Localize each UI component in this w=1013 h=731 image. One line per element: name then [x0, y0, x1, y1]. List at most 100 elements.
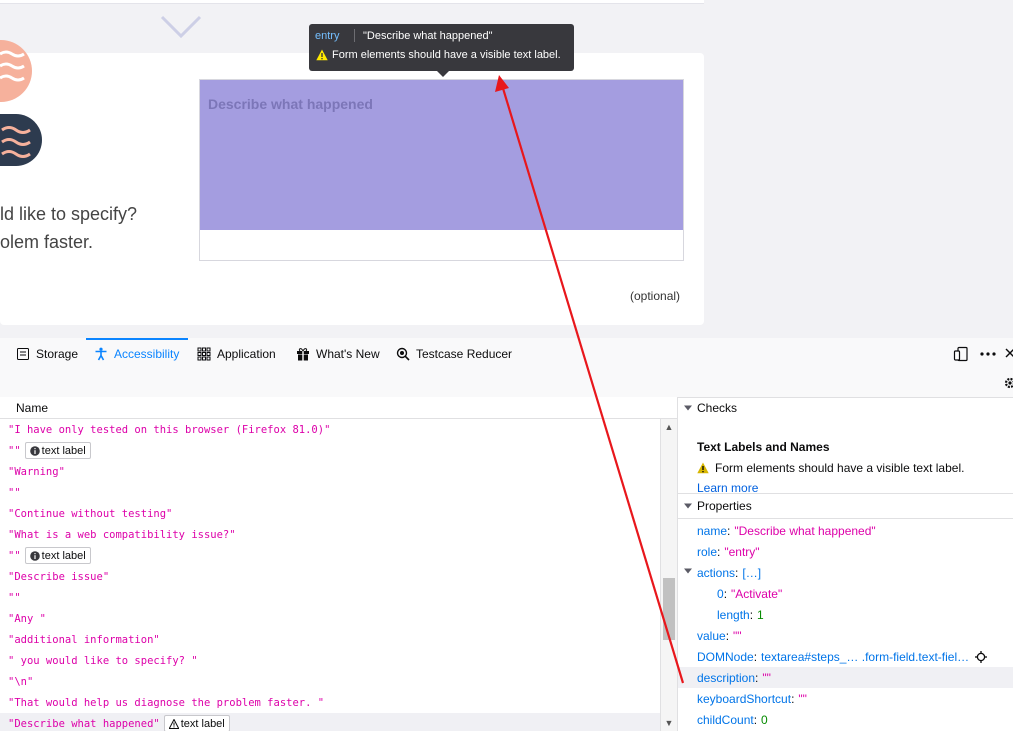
tab-accessibility-label: Accessibility — [114, 346, 180, 361]
tree-row-name: "Continue without testing" — [8, 507, 173, 520]
prop-key: keyboardShortcut — [697, 691, 792, 706]
scroll-up-icon[interactable]: ▲ — [664, 422, 674, 432]
wave-lines-icon — [0, 50, 25, 82]
chevron-down-icon[interactable] — [160, 14, 202, 40]
properties-section-header[interactable]: Properties — [678, 495, 1013, 517]
tree-row[interactable]: "I have only tested on this browser (Fir… — [0, 419, 660, 440]
tree-row[interactable]: "" — [0, 587, 660, 608]
tree-row[interactable]: "\n" — [0, 671, 660, 692]
text-label-badge[interactable]: text label — [163, 715, 230, 731]
accessibility-icon — [95, 347, 107, 360]
tree-scrollbar[interactable]: ▲ ▼ — [660, 419, 677, 731]
warning-icon — [697, 462, 709, 474]
tab-storage[interactable]: Storage — [16, 338, 78, 369]
tree-row[interactable]: "Any " — [0, 608, 660, 629]
prop-value: 1 — [757, 607, 764, 622]
close-icon[interactable] — [1005, 347, 1013, 359]
textarea-placeholder: Describe what happened — [208, 96, 373, 112]
prop-keyboard-shortcut[interactable]: keyboardShortcut: "" — [697, 688, 807, 709]
prop-child-count[interactable]: childCount:0 — [697, 709, 768, 730]
target-node-icon[interactable] — [975, 650, 988, 663]
tree-row-name: "" — [8, 486, 21, 499]
prop-key: childCount — [697, 712, 754, 727]
scrollbar-thumb[interactable] — [663, 578, 675, 640]
prop-name[interactable]: name: "Describe what happened" — [697, 520, 876, 541]
tree-row-name: "I have only tested on this browser (Fir… — [8, 423, 331, 436]
prop-key: name — [697, 523, 728, 538]
page-top-strip — [0, 0, 704, 4]
more-options-icon[interactable] — [979, 346, 997, 362]
checks-section-header[interactable]: Checks — [678, 397, 1013, 419]
text-label-badge[interactable]: text label — [24, 547, 91, 564]
prop-description[interactable]: description: "" — [678, 667, 1013, 688]
tree-row[interactable]: "Continue without testing" — [0, 503, 660, 524]
warning-icon — [316, 49, 328, 61]
properties-header-label: Properties — [697, 499, 752, 513]
tree-row[interactable]: "Describe issue" — [0, 566, 660, 587]
section-divider — [678, 518, 1013, 519]
info-icon — [29, 550, 40, 561]
tree-row-name: "Describe what happened" — [8, 717, 160, 730]
tree-row-name: "" — [8, 444, 21, 457]
tooltip-arrow — [437, 71, 449, 77]
prop-key: 0 — [717, 586, 724, 601]
storage-icon — [17, 347, 29, 360]
prop-value: "Describe what happened" — [734, 523, 876, 538]
gift-icon — [297, 347, 309, 360]
prop-key: actions — [697, 565, 736, 580]
text-label-badge[interactable]: text label — [24, 442, 91, 459]
tree-row-name: "additional information" — [8, 633, 160, 646]
tab-application-label: Application — [217, 346, 276, 361]
tree-row[interactable]: " you would like to specify? " — [0, 650, 660, 671]
prop-value: "" — [762, 670, 771, 685]
tree-row[interactable]: "" — [0, 482, 660, 503]
illustration-bottom — [0, 114, 42, 166]
prop-length[interactable]: length:1 — [717, 604, 764, 625]
tree-row-selected[interactable]: "Describe what happened" text label — [0, 713, 660, 731]
tree-row-name: "" — [8, 549, 21, 562]
chevron-down-icon[interactable] — [684, 567, 692, 575]
a11y-toolbar — [0, 369, 1013, 398]
prop-key: DOMNode — [697, 649, 754, 664]
prop-domnode[interactable]: DOMNode: textarea#steps_… .form-field.tex… — [697, 646, 988, 667]
name-column-label: Name — [16, 401, 49, 415]
tree-column-header: Name — [0, 397, 677, 419]
badge-label: text label — [41, 549, 86, 562]
tab-accessibility[interactable]: Accessibility — [94, 338, 179, 369]
gear-icon[interactable] — [1003, 376, 1013, 390]
tab-testcase-reducer[interactable]: Testcase Reducer — [396, 338, 512, 369]
tree-row[interactable]: "That would help us diagnose the problem… — [0, 692, 660, 713]
question-line-1: ld like to specify? — [0, 204, 138, 224]
chevron-down-icon — [684, 503, 692, 509]
tree-row[interactable]: "" text label — [0, 545, 660, 566]
prop-role[interactable]: role: "entry" — [697, 541, 760, 562]
warning-icon — [168, 718, 179, 729]
prop-value: "entry" — [724, 544, 760, 559]
prop-value: "Activate" — [731, 586, 783, 601]
prop-key: role — [697, 544, 718, 559]
scroll-down-icon[interactable]: ▼ — [664, 718, 674, 728]
prop-action-0[interactable]: 0: "Activate" — [717, 583, 782, 604]
prop-actions[interactable]: actions: […] — [697, 562, 761, 583]
tree-row[interactable]: "Warning" — [0, 461, 660, 482]
tab-storage-label: Storage — [36, 346, 79, 361]
wave-lines-icon — [1, 126, 31, 158]
tree-row[interactable]: "What is a web compatibility issue?" — [0, 524, 660, 545]
tree-row-name: "That would help us diagnose the problem… — [8, 696, 325, 709]
tooltip-divider — [354, 29, 355, 42]
tree-row[interactable]: "additional information" — [0, 629, 660, 650]
prop-value-field[interactable]: value: "" — [697, 625, 742, 646]
accessibility-tree[interactable]: "I have only tested on this browser (Fir… — [0, 419, 660, 731]
prop-key: value — [697, 628, 726, 643]
tab-application[interactable]: Application — [197, 338, 276, 369]
tab-whats-new-label: What's New — [316, 346, 380, 361]
tree-row-name: "What is a web compatibility issue?" — [8, 528, 236, 541]
describe-textarea[interactable]: Describe what happened — [199, 79, 684, 261]
tree-row[interactable]: "" text label — [0, 440, 660, 461]
checks-header-label: Checks — [697, 401, 738, 415]
prop-value: "" — [798, 691, 807, 706]
prop-key: length — [717, 607, 750, 622]
responsive-design-icon[interactable] — [953, 346, 969, 362]
tab-whats-new[interactable]: What's New — [296, 338, 380, 369]
application-icon — [197, 347, 211, 360]
